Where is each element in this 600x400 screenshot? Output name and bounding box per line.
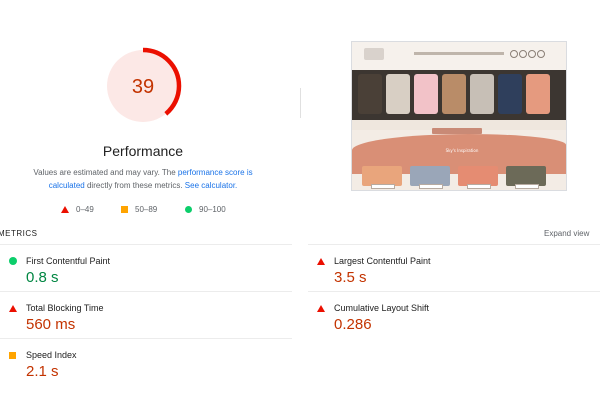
metric-name: Speed Index	[26, 350, 77, 360]
performance-description: Values are estimated and may vary. The p…	[22, 166, 264, 192]
thumb-category	[506, 166, 546, 186]
triangle-icon	[9, 305, 17, 312]
metric-separator	[0, 291, 292, 292]
legend-pass-label: 90–100	[199, 204, 226, 214]
triangle-icon	[317, 305, 325, 312]
metric-value: 2.1 s	[26, 363, 59, 380]
legend-fail: 0–49	[61, 204, 94, 214]
performance-title: Performance	[102, 143, 184, 159]
thumb-banner-text: Sky's Inspiration	[445, 148, 479, 153]
square-icon	[121, 205, 128, 213]
metric-largest-contentful-paint: Largest Contentful Paint 3.5 s	[308, 244, 600, 290]
thumb-product	[358, 74, 382, 114]
legend-pass: 90–100	[185, 204, 226, 214]
thumb-logo	[364, 48, 384, 60]
thumb-category-button	[371, 184, 395, 189]
metric-total-blocking-time: Total Blocking Time 560 ms	[0, 291, 292, 337]
metric-separator	[308, 291, 600, 292]
see-calculator-link[interactable]: See calculator.	[185, 181, 237, 190]
thumb-category	[458, 166, 498, 186]
thumb-product	[498, 74, 522, 114]
square-icon	[9, 352, 16, 359]
thumb-category-button	[515, 184, 539, 189]
circle-icon	[185, 205, 192, 213]
circle-icon	[9, 257, 17, 265]
thumb-product	[414, 74, 438, 114]
thumb-product	[526, 74, 550, 114]
thumb-category-button	[467, 184, 491, 189]
metric-name: First Contentful Paint	[26, 256, 111, 266]
metric-name: Total Blocking Time	[26, 303, 104, 313]
thumb-category-button	[419, 184, 443, 189]
performance-score: 39	[132, 76, 154, 98]
metrics-heading: METRICS	[0, 229, 38, 238]
description-text-middle: directly from these metrics.	[84, 181, 185, 190]
metric-cumulative-layout-shift: Cumulative Layout Shift 0.286	[308, 291, 600, 337]
expand-view-button[interactable]: Expand view	[544, 229, 589, 238]
thumb-nav	[414, 52, 504, 55]
legend-fail-label: 0–49	[76, 204, 94, 214]
metric-name: Cumulative Layout Shift	[334, 303, 430, 313]
metric-separator	[0, 244, 292, 245]
divider	[300, 88, 301, 118]
metric-value: 0.8 s	[26, 269, 59, 286]
legend-average-label: 50–89	[135, 204, 158, 214]
thumb-product	[442, 74, 466, 114]
metric-name: Largest Contentful Paint	[334, 256, 431, 266]
metric-first-contentful-paint: First Contentful Paint 0.8 s	[0, 244, 292, 290]
thumb-product	[386, 74, 410, 114]
page-screenshot: Sky's Inspiration	[351, 41, 567, 191]
performance-gauge: 39	[104, 47, 182, 125]
triangle-icon	[317, 258, 325, 265]
metric-value: 0.286	[334, 316, 372, 333]
metric-value: 560 ms	[26, 316, 76, 333]
metric-speed-index: Speed Index 2.1 s	[0, 338, 292, 384]
description-text: Values are estimated and may vary. The	[33, 168, 178, 177]
metric-separator	[308, 244, 600, 245]
thumb-product	[470, 74, 494, 114]
triangle-icon	[61, 205, 69, 213]
thumb-category	[362, 166, 402, 186]
thumb-category	[410, 166, 450, 186]
metric-separator	[0, 338, 292, 339]
metric-value: 3.5 s	[334, 269, 367, 286]
legend-average: 50–89	[121, 204, 157, 214]
